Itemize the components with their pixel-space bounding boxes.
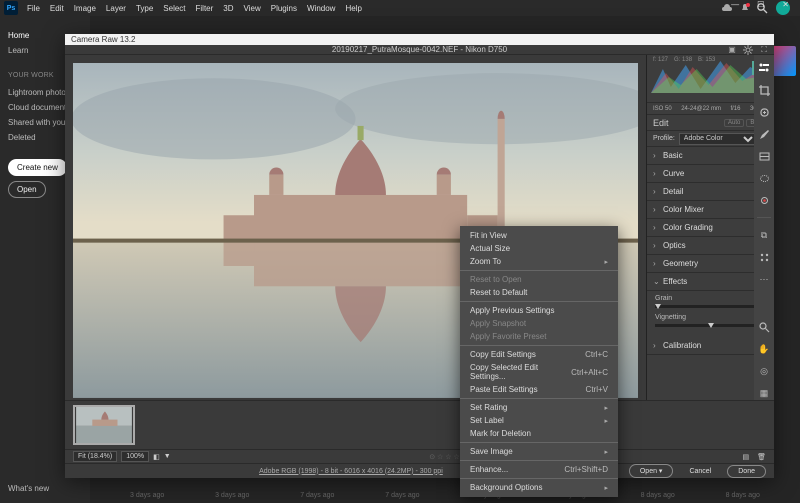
dialog-titlebar: Camera Raw 13.2 (65, 34, 774, 45)
filter-icon[interactable]: ▼ (164, 453, 171, 460)
open-button[interactable]: Open (8, 181, 46, 198)
menu-select[interactable]: Select (158, 4, 190, 13)
filmstrip (65, 400, 774, 449)
rating-stars[interactable]: ⊙ ☆ ☆ ☆ ☆ ☆ ⊙ (179, 453, 735, 461)
hand-tool-icon[interactable]: ✋ (757, 342, 771, 356)
menu-plugins[interactable]: Plugins (266, 4, 302, 13)
trash-icon[interactable]: 🗑 (757, 453, 766, 461)
ctx-item[interactable]: Background Options▸ (460, 481, 618, 494)
ctx-item[interactable]: Apply Previous Settings (460, 304, 618, 317)
ctx-item[interactable]: Reset to Default (460, 286, 618, 299)
menu-edit[interactable]: Edit (45, 4, 69, 13)
ps-logo: Ps (4, 1, 18, 15)
ctx-item[interactable]: Paste Edit SettingsCtrl+V (460, 383, 618, 396)
ctx-item[interactable]: Set Label▸ (460, 414, 618, 427)
snapshot-icon[interactable]: ⧉ (757, 228, 771, 242)
grain-label: Grain (655, 295, 672, 302)
gradient-tool-icon[interactable] (757, 149, 771, 163)
menu-image[interactable]: Image (69, 4, 101, 13)
timeline: 3 days ago3 days ago7 days ago7 days ago… (130, 492, 760, 499)
menu-3d[interactable]: 3D (218, 4, 238, 13)
ctx-item[interactable]: Mark for Deletion (460, 427, 618, 440)
ctx-item[interactable]: Save Image▸ (460, 445, 618, 458)
heal-tool-icon[interactable] (757, 105, 771, 119)
toggle-preview-icon[interactable]: ▣ (726, 44, 738, 56)
menu-help[interactable]: Help (340, 4, 366, 13)
create-new-button[interactable]: Create new (8, 159, 67, 176)
camera-raw-dialog: Camera Raw 13.2 20190217_PutraMosque-004… (65, 34, 774, 478)
close-icon[interactable]: ✕ (777, 0, 794, 9)
workflow-link[interactable]: Adobe RGB (1998) - 8 bit - 6016 x 4016 (… (259, 468, 443, 475)
context-menu: Fit in ViewActual SizeZoom To▸ Reset to O… (460, 226, 618, 497)
filename-label: 20190217_PutraMosque-0042.NEF - Nikon D7… (332, 45, 507, 54)
minimize-icon[interactable]: — (726, 0, 744, 9)
thumbnail[interactable] (73, 405, 135, 445)
menu-layer[interactable]: Layer (101, 4, 131, 13)
app-menubar: Ps File Edit Image Layer Type Select Fil… (0, 0, 800, 16)
cancel-button[interactable]: Cancel (679, 466, 721, 477)
presets-icon[interactable] (757, 250, 771, 264)
dialog-header: 20190217_PutraMosque-0042.NEF - Nikon D7… (65, 45, 774, 55)
zoom-tool-icon[interactable] (757, 320, 771, 334)
ctx-item[interactable]: Fit in View (460, 229, 618, 242)
ctx-item[interactable]: Copy Edit SettingsCtrl+C (460, 348, 618, 361)
ctx-item: Reset to Open (460, 273, 618, 286)
ctx-item[interactable]: Actual Size (460, 242, 618, 255)
grain-slider[interactable] (655, 305, 766, 308)
radial-tool-icon[interactable] (757, 171, 771, 185)
menu-type[interactable]: Type (131, 4, 158, 13)
more-icon[interactable]: ⋯ (757, 272, 771, 286)
ctx-item[interactable]: Zoom To▸ (460, 255, 618, 268)
brush-tool-icon[interactable] (757, 127, 771, 141)
edit-header: Edit (653, 118, 669, 128)
menu-file[interactable]: File (22, 4, 45, 13)
crop-tool-icon[interactable] (757, 83, 771, 97)
compare-icon[interactable]: ◧ (153, 453, 160, 461)
footer-bar: Fit (18.4%) 100% ◧ ▼ ⊙ ☆ ☆ ☆ ☆ ☆ ⊙ ▤ 🗑 (65, 449, 774, 463)
done-button[interactable]: Done (727, 465, 766, 478)
zoom-pct-select[interactable]: 100% (121, 451, 149, 462)
menu-filter[interactable]: Filter (191, 4, 219, 13)
whats-new-link[interactable]: What's new (8, 484, 49, 493)
redeye-tool-icon[interactable] (757, 193, 771, 207)
profile-label: Profile: (653, 135, 675, 142)
ctx-item[interactable]: Set Rating▸ (460, 401, 618, 414)
menu-window[interactable]: Window (302, 4, 340, 13)
vignette-label: Vignetting (655, 314, 686, 321)
ctx-item: Apply Favorite Preset (460, 330, 618, 343)
grid-view-icon[interactable]: ▤ (742, 453, 749, 461)
menu-view[interactable]: View (239, 4, 266, 13)
gear-icon[interactable] (742, 44, 754, 56)
auto-button[interactable]: Auto (724, 119, 744, 127)
ctx-item: Apply Snapshot (460, 317, 618, 330)
right-toolbar: ⧉ ⋯ ✋ ◎ ▦ (754, 55, 774, 400)
profile-select[interactable]: Adobe Color (679, 133, 758, 145)
footer-bar-2: Adobe RGB (1998) - 8 bit - 6016 x 4016 (… (65, 463, 774, 478)
sampler-tool-icon[interactable]: ◎ (757, 364, 771, 378)
vignette-slider[interactable] (655, 324, 766, 327)
open-image-button[interactable]: Open ▾ (629, 464, 674, 478)
fullscreen-icon[interactable]: ⛶ (758, 44, 770, 56)
zoom-fit-select[interactable]: Fit (18.4%) (73, 451, 117, 462)
edit-tool-icon[interactable] (757, 61, 771, 75)
maximize-icon[interactable]: ☐ (752, 0, 769, 9)
ctx-item[interactable]: Enhance...Ctrl+Shift+D (460, 463, 618, 476)
ctx-item[interactable]: Copy Selected Edit Settings...Ctrl+Alt+C (460, 361, 618, 383)
grid-tool-icon[interactable]: ▦ (757, 386, 771, 400)
